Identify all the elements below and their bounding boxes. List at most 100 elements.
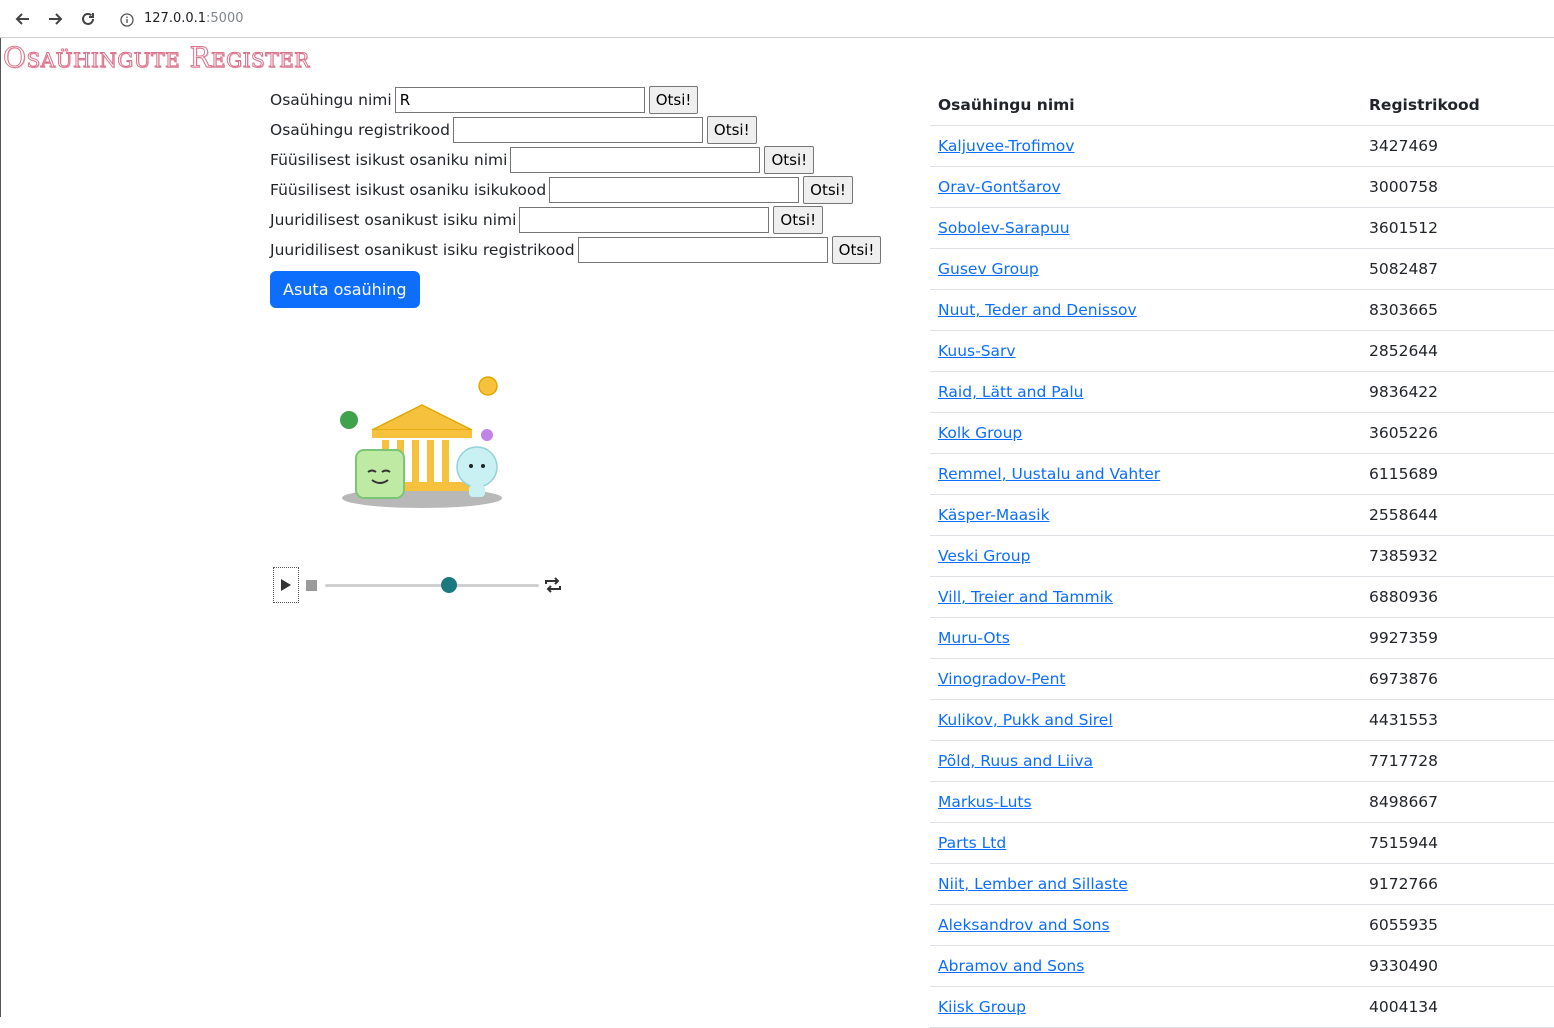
- column-header-name: Osaühingu nimi: [930, 85, 1361, 126]
- legal-name-input[interactable]: [519, 207, 770, 233]
- site-title: Osaühingute Register: [3, 41, 310, 74]
- table-header-row: Osaühingu nimi Registrikood: [930, 85, 1554, 126]
- legal-name-search-button[interactable]: Otsi!: [773, 206, 824, 234]
- legal-code-search-button[interactable]: Otsi!: [831, 236, 882, 264]
- company-name-cell: Kuus-Sarv: [930, 330, 1361, 372]
- company-name-cell: Kaljuvee-Trofimov: [930, 125, 1361, 167]
- table-row: Veski Group 7385932: [930, 535, 1554, 577]
- company-code-cell: 3601512: [1361, 207, 1554, 249]
- company-link[interactable]: Orav-Gontšarov: [938, 178, 1061, 196]
- stop-button[interactable]: [306, 580, 317, 591]
- company-link[interactable]: Niit, Lember and Sillaste: [938, 875, 1128, 893]
- back-icon[interactable]: [12, 8, 34, 30]
- search-row-company-name: Osaühingu nimi Otsi!: [270, 85, 881, 115]
- table-row: Muru-Ots 9927359: [930, 617, 1554, 659]
- table-row: Gusev Group 5082487: [930, 248, 1554, 290]
- company-link[interactable]: Remmel, Uustalu and Vahter: [938, 465, 1160, 483]
- company-code-cell: 2558644: [1361, 494, 1554, 536]
- company-link[interactable]: Kulikov, Pukk and Sirel: [938, 711, 1113, 729]
- column-header-code: Registrikood: [1361, 85, 1554, 126]
- address-bar[interactable]: 127.0.0.1:5000: [144, 11, 244, 26]
- companies-table: Osaühingu nimi Registrikood Kaljuvee-Tro…: [930, 85, 1554, 1028]
- company-code-cell: 7515944: [1361, 822, 1554, 864]
- seek-knob[interactable]: [441, 577, 458, 593]
- company-name-cell: Veski Group: [930, 535, 1361, 577]
- company-link[interactable]: Käsper-Maasik: [938, 506, 1050, 524]
- company-link[interactable]: Raid, Lätt and Palu: [938, 383, 1084, 401]
- company-code-cell: 3000758: [1361, 166, 1554, 208]
- person-id-input[interactable]: [549, 177, 800, 203]
- company-link[interactable]: Parts Ltd: [938, 834, 1006, 852]
- table-row: Vill, Treier and Tammik 6880936: [930, 576, 1554, 618]
- company-link[interactable]: Muru-Ots: [938, 629, 1010, 647]
- company-link[interactable]: Vill, Treier and Tammik: [938, 588, 1113, 606]
- table-row: Abramov and Sons 9330490: [930, 945, 1554, 987]
- person-id-label: Füüsilisest isikust osaniku isikukood: [270, 181, 547, 199]
- person-name-input[interactable]: [510, 147, 761, 173]
- person-name-search-button[interactable]: Otsi!: [764, 146, 815, 174]
- person-id-search-button[interactable]: Otsi!: [803, 176, 853, 204]
- company-code-cell: 8303665: [1361, 289, 1554, 331]
- company-name-cell: Raid, Lätt and Palu: [930, 371, 1361, 413]
- company-code-cell: 6973876: [1361, 658, 1554, 700]
- seek-slider[interactable]: [325, 584, 539, 587]
- company-name-input[interactable]: [394, 87, 645, 113]
- table-row: Nuut, Teder and Denissov 8303665: [930, 289, 1554, 331]
- table-row: Kolk Group 3605226: [930, 412, 1554, 454]
- company-code-cell: 3427469: [1361, 125, 1554, 167]
- page-left-border: [0, 38, 1, 1017]
- table-row: Kaljuvee-Trofimov 3427469: [930, 125, 1554, 167]
- forward-icon[interactable]: [44, 8, 66, 30]
- reload-icon[interactable]: [77, 8, 99, 30]
- company-name-cell: Kolk Group: [930, 412, 1361, 454]
- company-code-cell: 7717728: [1361, 740, 1554, 782]
- company-name-cell: Sobolev-Sarapuu: [930, 207, 1361, 249]
- company-link[interactable]: Kaljuvee-Trofimov: [938, 137, 1074, 155]
- company-code-cell: 6880936: [1361, 576, 1554, 618]
- table-row: Kuus-Sarv 2852644: [930, 330, 1554, 372]
- company-link[interactable]: Abramov and Sons: [938, 957, 1084, 975]
- company-link[interactable]: Vinogradov-Pent: [938, 670, 1066, 688]
- legal-name-label: Juuridilisest osanikust isiku nimi: [270, 211, 517, 229]
- company-name-cell: Käsper-Maasik: [930, 494, 1361, 536]
- site-info-icon[interactable]: [120, 12, 134, 31]
- company-name-cell: Muru-Ots: [930, 617, 1361, 659]
- table-row: Parts Ltd 7515944: [930, 822, 1554, 864]
- search-row-legal-name: Juuridilisest osanikust isiku nimi Otsi!: [270, 205, 881, 235]
- company-code-input[interactable]: [452, 117, 703, 143]
- company-name-cell: Markus-Luts: [930, 781, 1361, 823]
- legal-code-input[interactable]: [577, 237, 828, 263]
- company-link[interactable]: Sobolev-Sarapuu: [938, 219, 1070, 237]
- table-row: Orav-Gontšarov 3000758: [930, 166, 1554, 208]
- url-host: 127.0.0.1: [144, 11, 207, 26]
- play-icon: [281, 579, 291, 591]
- company-name-cell: Aleksandrov and Sons: [930, 904, 1361, 946]
- company-code-cell: 6115689: [1361, 453, 1554, 495]
- company-code-cell: 9330490: [1361, 945, 1554, 987]
- legal-code-label: Juuridilisest osanikust isiku registriko…: [270, 241, 575, 259]
- company-code-cell: 7385932: [1361, 535, 1554, 577]
- company-name-search-button[interactable]: Otsi!: [648, 86, 699, 114]
- company-link[interactable]: Kolk Group: [938, 424, 1022, 442]
- table-row: Remmel, Uustalu and Vahter 6115689: [930, 453, 1554, 495]
- company-link[interactable]: Aleksandrov and Sons: [938, 916, 1110, 934]
- company-code-cell: 8498667: [1361, 781, 1554, 823]
- url-port: :5000: [206, 11, 244, 26]
- person-name-label: Füüsilisest isikust osaniku nimi: [270, 151, 508, 169]
- create-company-button[interactable]: Asuta osaühing: [270, 271, 420, 308]
- loop-icon[interactable]: [543, 576, 563, 598]
- company-link[interactable]: Põld, Ruus and Liiva: [938, 752, 1093, 770]
- play-button[interactable]: [273, 567, 299, 603]
- company-link[interactable]: Kiisk Group: [938, 998, 1026, 1016]
- company-name-label: Osaühingu nimi: [270, 91, 392, 109]
- search-form: Osaühingu nimi Otsi! Osaühingu registrik…: [270, 85, 882, 308]
- browser-toolbar: 127.0.0.1:5000: [0, 0, 1554, 38]
- company-link[interactable]: Gusev Group: [938, 260, 1039, 278]
- company-link[interactable]: Veski Group: [938, 547, 1030, 565]
- company-link[interactable]: Nuut, Teder and Denissov: [938, 301, 1137, 319]
- company-link[interactable]: Kuus-Sarv: [938, 342, 1016, 360]
- company-code-cell: 9927359: [1361, 617, 1554, 659]
- company-link[interactable]: Markus-Luts: [938, 793, 1032, 811]
- company-code-search-button[interactable]: Otsi!: [706, 116, 757, 144]
- company-name-cell: Abramov and Sons: [930, 945, 1361, 987]
